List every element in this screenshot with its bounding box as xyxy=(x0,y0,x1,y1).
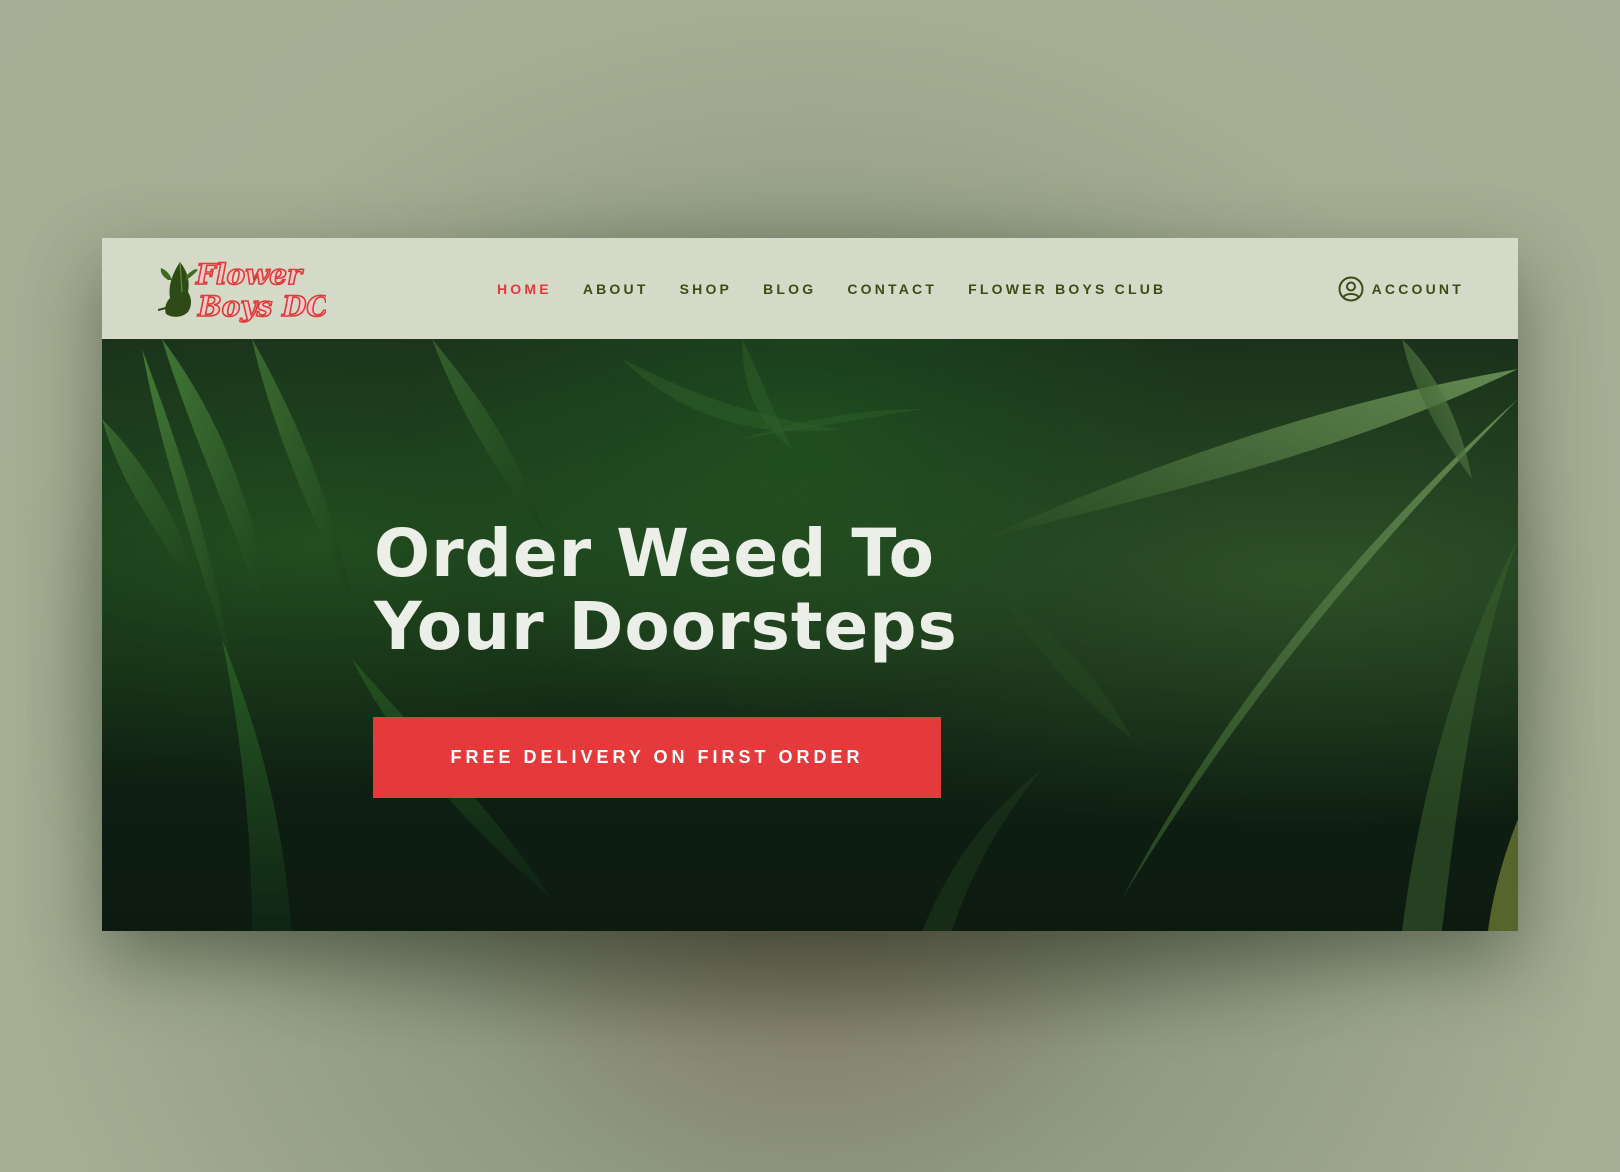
nav-item-home[interactable]: HOME xyxy=(497,281,552,297)
logo-text-line1: Flower xyxy=(195,258,304,291)
nav-item-contact[interactable]: CONTACT xyxy=(847,281,937,297)
website-screenshot-frame: Flower Boys DC HOME ABOUT SHOP BLOG CONT… xyxy=(102,238,1518,931)
site-logo[interactable]: Flower Boys DC xyxy=(158,252,326,328)
nav-item-blog[interactable]: BLOG xyxy=(763,281,816,297)
account-label: ACCOUNT xyxy=(1371,280,1464,297)
logo-text-line2: Boys DC xyxy=(197,290,326,323)
top-navbar: Flower Boys DC HOME ABOUT SHOP BLOG CONT… xyxy=(102,238,1518,339)
hero-title: Order Weed To Your Doorsteps xyxy=(374,517,1174,663)
nav-item-shop[interactable]: SHOP xyxy=(680,281,732,297)
nav-item-flower-boys-club[interactable]: FLOWER BOYS CLUB xyxy=(968,281,1166,297)
nav-item-about[interactable]: ABOUT xyxy=(583,281,649,297)
hero-title-line1: Order Weed To xyxy=(374,515,935,592)
account-link[interactable]: ACCOUNT xyxy=(1338,238,1464,339)
free-delivery-button[interactable]: FREE DELIVERY ON FIRST ORDER xyxy=(373,717,941,798)
hero-title-line2: Your Doorsteps xyxy=(374,588,958,665)
user-circle-icon xyxy=(1338,276,1364,302)
leaf-profile-icon xyxy=(158,261,198,317)
hero-section: Order Weed To Your Doorsteps FREE DELIVE… xyxy=(102,339,1518,931)
main-navigation: HOME ABOUT SHOP BLOG CONTACT FLOWER BOYS… xyxy=(497,238,1197,339)
logo-graphic: Flower Boys DC xyxy=(158,257,326,324)
